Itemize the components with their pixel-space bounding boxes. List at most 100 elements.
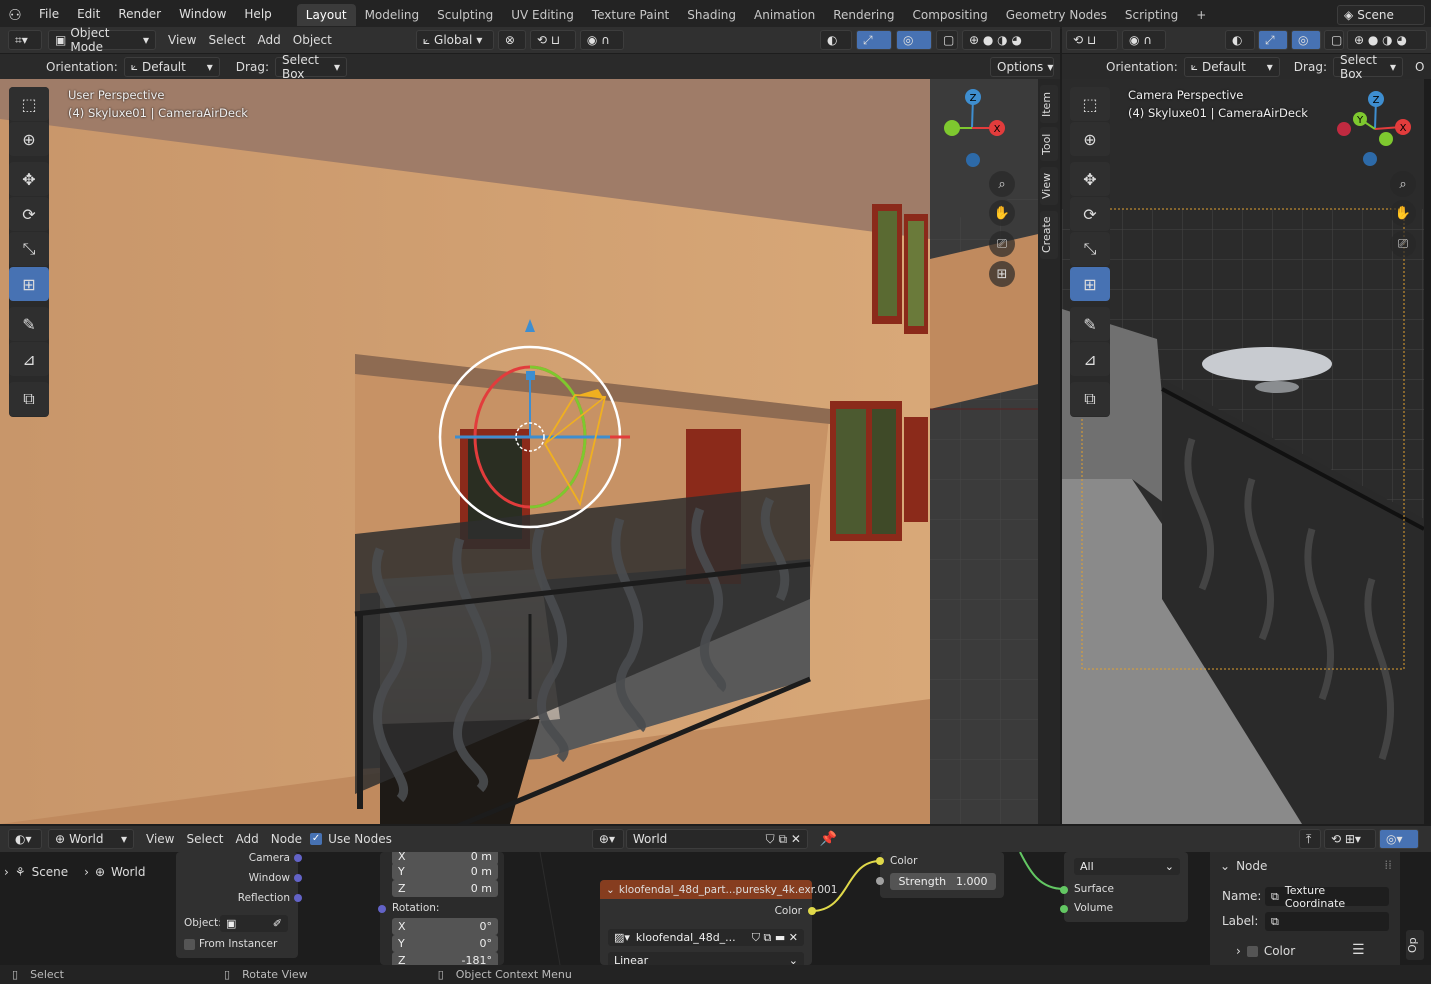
transform-orientation-dropdown[interactable]: ⟀ Global ▾ xyxy=(415,30,494,50)
drag-dropdown[interactable]: Select Box ▾ xyxy=(1332,53,1403,81)
node-label-field[interactable]: ⧉ xyxy=(1265,912,1389,931)
background-node[interactable]: Color Strength 1.000 xyxy=(876,852,1004,898)
menu-add[interactable]: Add xyxy=(252,33,287,47)
visibility-button[interactable]: ◐ xyxy=(1225,30,1255,50)
tab-texture-paint[interactable]: Texture Paint xyxy=(583,4,678,26)
tab-op[interactable]: Op xyxy=(1406,930,1424,960)
gizmo-toggle-button[interactable]: ⤢ xyxy=(856,30,892,50)
tab-geometry-nodes[interactable]: Geometry Nodes xyxy=(997,4,1116,26)
image-selector[interactable]: ▨▾ kloofendal_48d_... ⛉ ⧉ ▬ ✕ xyxy=(608,929,804,946)
color-checkbox[interactable] xyxy=(1246,945,1258,957)
main-viewport[interactable]: ⬚ ⊕ ✥ ⟳ ⤡ ⊞ ✎ ⊿ ⧉ User Perspective (4) S… xyxy=(0,79,1060,824)
select-box-tool[interactable]: ⬚ xyxy=(1070,87,1110,121)
overlay-toggle-button[interactable]: ◎ xyxy=(1291,30,1321,50)
navigation-gizmo[interactable]: Z X xyxy=(935,87,1025,177)
use-nodes-checkbox[interactable]: ✓ xyxy=(310,833,323,845)
pin-icon[interactable]: 📌 xyxy=(820,831,837,847)
scale-tool[interactable]: ⤡ xyxy=(9,232,49,266)
rotation-socket[interactable] xyxy=(378,905,386,913)
tab-rendering[interactable]: Rendering xyxy=(824,4,903,26)
menu-window[interactable]: Window xyxy=(170,0,235,29)
strength-socket[interactable] xyxy=(876,877,884,885)
menu-view[interactable]: View xyxy=(162,33,202,47)
scene-selector[interactable]: ◈ Scene xyxy=(1337,4,1425,25)
tab-item[interactable]: Item xyxy=(1040,85,1058,123)
eyedropper-icon[interactable]: ✐ xyxy=(273,917,282,930)
tab-tool[interactable]: Tool xyxy=(1040,127,1058,161)
proportional-edit-button[interactable]: ◉ ∩ xyxy=(1122,30,1166,50)
pan-hand-icon[interactable]: ✋ xyxy=(989,200,1015,226)
world-type-dropdown[interactable]: ⊕ World ▾ xyxy=(48,829,134,849)
snap-toggle-button[interactable]: ⟲ ⊔ xyxy=(529,30,576,50)
tab-uv-editing[interactable]: UV Editing xyxy=(502,4,583,26)
menu-node[interactable]: Node xyxy=(265,832,308,846)
node-panel-header[interactable]: ⌄ Node xyxy=(1220,859,1267,873)
reflection-socket[interactable] xyxy=(294,894,302,902)
orientation-dropdown[interactable]: ⟀ Default ▾ xyxy=(123,56,220,77)
menu-select[interactable]: Select xyxy=(180,832,229,846)
shading-modes[interactable]: ⊕ ● ◑ ◕ xyxy=(1347,30,1427,50)
menu-add[interactable]: Add xyxy=(230,832,265,846)
menu-object[interactable]: Object xyxy=(287,33,338,47)
menu-view[interactable]: View xyxy=(140,832,180,846)
world-output-node[interactable]: All ⌄ Surface Volume xyxy=(1060,852,1188,922)
menu-select[interactable]: Select xyxy=(202,33,251,47)
zoom-icon[interactable]: ⌕ xyxy=(989,171,1015,197)
color-output-socket[interactable] xyxy=(808,907,816,915)
move-tool[interactable]: ✥ xyxy=(1070,162,1110,196)
window-socket[interactable] xyxy=(294,874,302,882)
object-mode-dropdown[interactable]: ▣ Object Mode ▾ xyxy=(48,26,156,54)
tab-animation[interactable]: Animation xyxy=(745,4,824,26)
drag-dropdown[interactable]: Select Box ▾ xyxy=(274,53,347,81)
camera-viewport[interactable]: ⬚ ⊕ ✥ ⟳ ⤡ ⊞ ✎ ⊿ ⧉ Camera Perspective (4)… xyxy=(1062,79,1424,824)
object-field[interactable]: ▣ ✐ xyxy=(220,915,288,932)
xray-toggle-button[interactable]: ▢ xyxy=(1324,30,1344,50)
location-y-field[interactable]: Y 0 m xyxy=(392,863,498,880)
tab-layout[interactable]: Layout xyxy=(296,3,356,26)
rotate-tool[interactable]: ⟳ xyxy=(9,197,49,231)
surface-socket[interactable] xyxy=(1060,886,1068,894)
xray-toggle-button[interactable]: ▢ xyxy=(936,30,958,50)
add-cube-tool[interactable]: ⧉ xyxy=(9,382,49,416)
color-input-socket[interactable] xyxy=(876,857,884,865)
tab-scripting[interactable]: Scripting xyxy=(1116,4,1187,26)
world-type-icon-dropdown[interactable]: ⊕▾ xyxy=(591,829,624,849)
measure-tool[interactable]: ⊿ xyxy=(1070,342,1110,376)
annotate-tool[interactable]: ✎ xyxy=(1070,307,1110,341)
ortho-grid-icon[interactable]: ⊞ xyxy=(989,261,1015,287)
measure-tool[interactable]: ⊿ xyxy=(9,342,49,376)
options-truncated[interactable]: O xyxy=(1409,60,1430,74)
editor-type-button[interactable]: ⌗▾ xyxy=(8,30,42,50)
color-subpanel[interactable]: › Color xyxy=(1236,944,1295,958)
move-tool[interactable]: ✥ xyxy=(9,162,49,196)
add-cube-tool[interactable]: ⧉ xyxy=(1070,382,1110,416)
texture-coordinate-node[interactable]: Camera Window Reflection Object: ▣ ✐ From… xyxy=(176,852,302,958)
visibility-button[interactable]: ◐ xyxy=(820,30,852,50)
zoom-icon[interactable]: ⌕ xyxy=(1390,171,1416,197)
tab-shading[interactable]: Shading xyxy=(678,4,745,26)
rotation-x-field[interactable]: X 0° xyxy=(392,918,498,935)
node-name-field[interactable]: ⧉ Texture Coordinate xyxy=(1265,884,1389,910)
rotation-z-field[interactable]: Z -181° xyxy=(392,952,498,965)
tab-sculpting[interactable]: Sculpting xyxy=(428,4,502,26)
pan-hand-icon[interactable]: ✋ xyxy=(1390,200,1416,226)
camera-navigation-gizmo[interactable]: Z X Y xyxy=(1330,87,1420,177)
editor-type-button[interactable]: ◐▾ xyxy=(8,829,42,849)
blender-logo-icon[interactable]: ⚇ xyxy=(0,6,30,24)
menu-help[interactable]: Help xyxy=(235,0,280,29)
tab-create[interactable]: Create xyxy=(1040,211,1058,259)
collapse-icon[interactable]: ⌄ xyxy=(606,884,615,896)
parent-node-button[interactable]: ⤒ xyxy=(1299,829,1321,849)
rotate-tool[interactable]: ⟳ xyxy=(1070,197,1110,231)
transform-tool[interactable]: ⊞ xyxy=(9,267,49,301)
menu-edit[interactable]: Edit xyxy=(68,0,109,29)
add-workspace-button[interactable]: + xyxy=(1187,4,1215,26)
location-z-field[interactable]: Z 0 m xyxy=(392,880,498,897)
world-actions[interactable]: ⛉ ⧉ ✕ xyxy=(766,832,801,847)
from-instancer-checkbox[interactable] xyxy=(184,938,195,950)
interpolation-dropdown[interactable]: Linear ⌄ xyxy=(608,952,804,965)
breadcrumb-scene[interactable]: Scene xyxy=(32,865,69,879)
menu-file[interactable]: File xyxy=(30,0,68,29)
select-box-tool[interactable]: ⬚ xyxy=(9,87,49,121)
pivot-point-button[interactable]: ⊗ xyxy=(497,30,526,50)
